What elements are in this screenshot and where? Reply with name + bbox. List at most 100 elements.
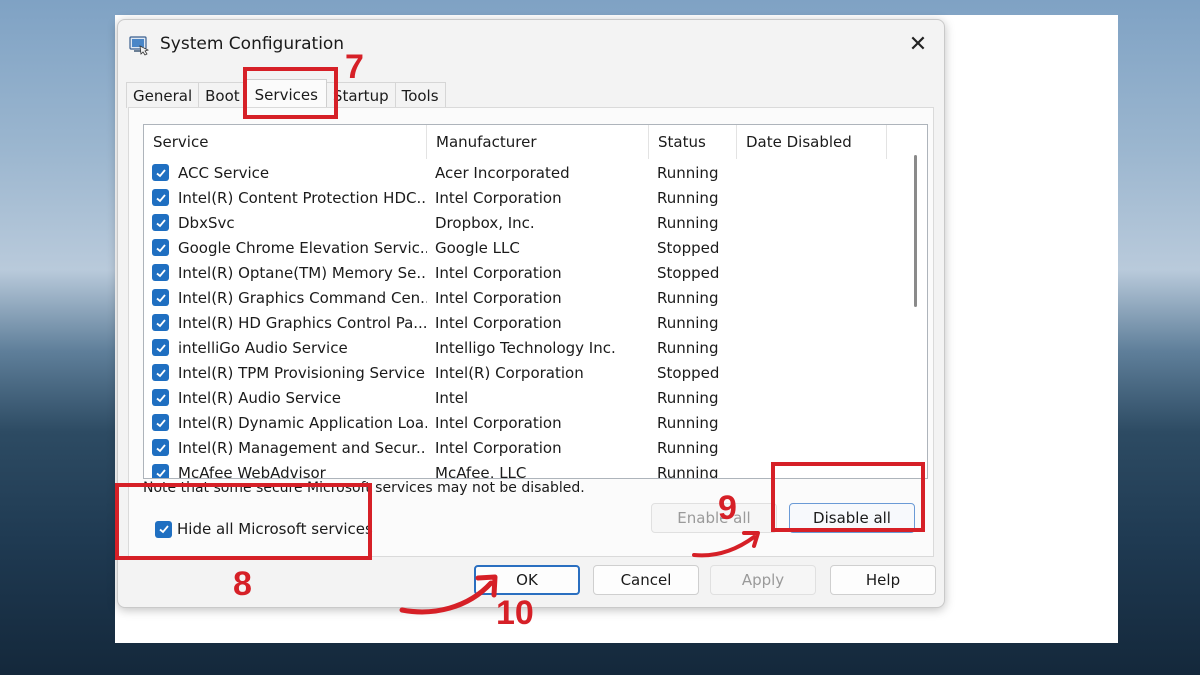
service-cell: Intel(R) Management and Secur... bbox=[144, 439, 427, 457]
service-cell: Intel(R) Content Protection HDC... bbox=[144, 189, 427, 207]
tab-general[interactable]: General bbox=[126, 82, 200, 108]
apply-button[interactable]: Apply bbox=[710, 565, 816, 595]
service-name: Intel(R) Audio Service bbox=[178, 388, 341, 407]
annotation-box-services-tab bbox=[243, 67, 338, 119]
table-row[interactable]: Intel(R) Management and Secur... Intel Co… bbox=[144, 435, 904, 460]
service-name: Intel(R) Content Protection HDC... bbox=[178, 188, 427, 207]
manufacturer-cell: Dropbox, Inc. bbox=[435, 213, 535, 232]
manufacturer-cell: Intel Corporation bbox=[435, 413, 562, 432]
manufacturer-cell: Intel Corporation bbox=[435, 188, 562, 207]
annotation-number-9: 9 bbox=[718, 489, 737, 527]
service-checkbox[interactable] bbox=[152, 164, 169, 181]
checkmark-icon bbox=[155, 368, 166, 377]
table-row[interactable]: Intel(R) TPM Provisioning Service Intel(R… bbox=[144, 360, 904, 385]
status-cell: Running bbox=[657, 413, 719, 432]
table-row[interactable]: Intel(R) Dynamic Application Loa... Intel… bbox=[144, 410, 904, 435]
service-checkbox[interactable] bbox=[152, 289, 169, 306]
title-bar: System Configuration ✕ bbox=[118, 20, 944, 70]
service-cell: intelliGo Audio Service bbox=[144, 339, 427, 357]
checkmark-icon bbox=[155, 218, 166, 227]
services-list[interactable]: Service Manufacturer Status Date Disable… bbox=[143, 124, 928, 479]
checkmark-icon bbox=[155, 318, 166, 327]
table-row[interactable]: DbxSvc Dropbox, Inc. Running bbox=[144, 210, 904, 235]
status-cell: Stopped bbox=[657, 238, 720, 257]
scrollbar-thumb[interactable] bbox=[914, 155, 917, 307]
status-cell: Running bbox=[657, 213, 719, 232]
column-header-date-disabled[interactable]: Date Disabled bbox=[737, 125, 887, 159]
close-icon: ✕ bbox=[908, 31, 928, 57]
status-cell: Running bbox=[657, 163, 719, 182]
service-name: Intel(R) Graphics Command Cen... bbox=[178, 288, 427, 307]
service-checkbox[interactable] bbox=[152, 264, 169, 281]
service-name: ACC Service bbox=[178, 163, 270, 182]
service-checkbox[interactable] bbox=[152, 464, 169, 478]
status-cell: Stopped bbox=[657, 363, 720, 382]
checkmark-icon bbox=[155, 268, 166, 277]
table-row[interactable]: Intel(R) Graphics Command Cen... Intel Co… bbox=[144, 285, 904, 310]
service-checkbox[interactable] bbox=[152, 439, 169, 456]
service-cell: DbxSvc bbox=[144, 214, 427, 232]
service-checkbox[interactable] bbox=[152, 339, 169, 356]
service-name: Intel(R) TPM Provisioning Service bbox=[178, 363, 425, 382]
table-row[interactable]: Intel(R) HD Graphics Control Pa... Intel … bbox=[144, 310, 904, 335]
checkmark-icon bbox=[155, 393, 166, 402]
column-header-status[interactable]: Status bbox=[649, 125, 737, 159]
status-cell: Running bbox=[657, 288, 719, 307]
service-checkbox[interactable] bbox=[152, 239, 169, 256]
status-cell: Running bbox=[657, 388, 719, 407]
service-cell: Intel(R) Graphics Command Cen... bbox=[144, 289, 427, 307]
service-cell: McAfee WebAdvisor bbox=[144, 464, 427, 478]
table-row[interactable]: intelliGo Audio Service Intelligo Technol… bbox=[144, 335, 904, 360]
arrow-to-ok-icon bbox=[399, 574, 498, 615]
manufacturer-cell: Google LLC bbox=[435, 238, 520, 257]
status-cell: Running bbox=[657, 188, 719, 207]
manufacturer-cell: Intel Corporation bbox=[435, 313, 562, 332]
service-cell: ACC Service bbox=[144, 164, 427, 182]
service-name: Intel(R) HD Graphics Control Pa... bbox=[178, 313, 427, 332]
service-checkbox[interactable] bbox=[152, 214, 169, 231]
column-header-service[interactable]: Service bbox=[144, 125, 427, 159]
service-cell: Intel(R) Optane(TM) Memory Se... bbox=[144, 264, 427, 282]
manufacturer-cell: Intelligo Technology Inc. bbox=[435, 338, 616, 357]
table-row[interactable]: ACC Service Acer Incorporated Running bbox=[144, 160, 904, 185]
service-name: Intel(R) Dynamic Application Loa... bbox=[178, 413, 427, 432]
column-header-manufacturer[interactable]: Manufacturer bbox=[427, 125, 649, 159]
service-checkbox[interactable] bbox=[152, 414, 169, 431]
manufacturer-cell: Intel(R) Corporation bbox=[435, 363, 584, 382]
close-button[interactable]: ✕ bbox=[900, 28, 936, 60]
cancel-button[interactable]: Cancel bbox=[593, 565, 699, 595]
checkmark-icon bbox=[155, 243, 166, 252]
status-cell: Stopped bbox=[657, 263, 720, 282]
manufacturer-cell: Intel Corporation bbox=[435, 288, 562, 307]
service-cell: Intel(R) HD Graphics Control Pa... bbox=[144, 314, 427, 332]
service-checkbox[interactable] bbox=[152, 389, 169, 406]
service-name: Google Chrome Elevation Servic... bbox=[178, 238, 427, 257]
service-checkbox[interactable] bbox=[152, 314, 169, 331]
checkmark-icon bbox=[155, 168, 166, 177]
tab-boot[interactable]: Boot bbox=[198, 82, 247, 108]
annotation-number-8: 8 bbox=[233, 565, 252, 603]
service-cell: Intel(R) TPM Provisioning Service bbox=[144, 364, 427, 382]
annotation-number-7: 7 bbox=[345, 48, 364, 86]
service-name: Intel(R) Optane(TM) Memory Se... bbox=[178, 263, 427, 282]
checkmark-icon bbox=[155, 193, 166, 202]
service-name: DbxSvc bbox=[178, 213, 235, 232]
service-name: Intel(R) Management and Secur... bbox=[178, 438, 427, 457]
checkmark-icon bbox=[155, 293, 166, 302]
help-button[interactable]: Help bbox=[830, 565, 936, 595]
table-row[interactable]: Intel(R) Optane(TM) Memory Se... Intel Co… bbox=[144, 260, 904, 285]
service-checkbox[interactable] bbox=[152, 189, 169, 206]
checkmark-icon bbox=[155, 418, 166, 427]
table-row[interactable]: Intel(R) Audio Service Intel Running bbox=[144, 385, 904, 410]
manufacturer-cell: Intel Corporation bbox=[435, 438, 562, 457]
service-cell: Intel(R) Dynamic Application Loa... bbox=[144, 414, 427, 432]
service-checkbox[interactable] bbox=[152, 364, 169, 381]
table-row[interactable]: Intel(R) Content Protection HDC... Intel … bbox=[144, 185, 904, 210]
checkmark-icon bbox=[155, 468, 166, 477]
tab-tools[interactable]: Tools bbox=[394, 82, 446, 108]
annotation-box-hide-microsoft bbox=[115, 483, 372, 560]
service-cell: Google Chrome Elevation Servic... bbox=[144, 239, 427, 257]
table-row[interactable]: Google Chrome Elevation Servic... Google … bbox=[144, 235, 904, 260]
window-title: System Configuration bbox=[160, 34, 345, 54]
arrow-to-disable-all-icon bbox=[692, 531, 760, 558]
